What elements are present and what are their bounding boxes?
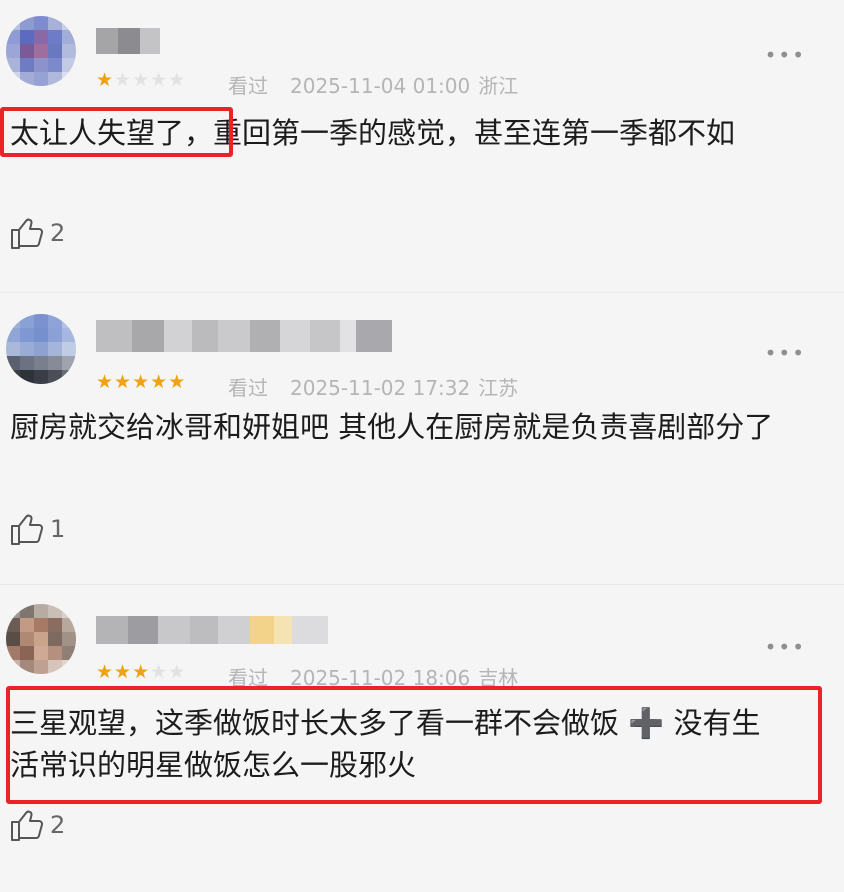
watched-label: 看过: [228, 376, 268, 400]
rating-stars: ★ ★ ★ ★ ★: [96, 70, 185, 90]
thumbs-up-icon: [10, 808, 46, 842]
timestamp: 2025-11-02 17:32: [290, 376, 471, 400]
avatar[interactable]: [6, 604, 76, 674]
comment-meta: 看过 2025-11-04 01:00 浙江: [228, 70, 518, 99]
like-button[interactable]: 2: [10, 808, 65, 842]
watched-label: 看过: [228, 74, 268, 98]
comment-item: ★ ★ ★ ★ ★ 看过 2025-11-02 18:06 吉林 ••• 三星观望，这季做饭…: [0, 584, 844, 892]
like-button[interactable]: 1: [10, 512, 65, 546]
like-count: 1: [50, 515, 66, 543]
location: 浙江: [478, 74, 519, 98]
comment-item: ★ ★ ★ ★ ★ 看过 2025-11-02 17:32 江苏 ••• 厨房就交给冰哥和妍…: [0, 292, 844, 582]
star-filled-icon: ★: [96, 371, 114, 393]
timestamp: 2025-11-04 01:00: [290, 74, 471, 98]
comment-text: 厨房就交给冰哥和妍姐吧 其他人在厨房就是负责喜剧部分了: [10, 410, 774, 444]
comment-meta: 看过 2025-11-02 17:32 江苏: [228, 372, 518, 401]
avatar[interactable]: [6, 16, 76, 86]
star-filled-icon: ★: [150, 371, 168, 393]
star-filled-icon: ★: [132, 371, 150, 393]
thumbs-up-icon: [10, 216, 46, 250]
comment-item: ★ ★ ★ ★ ★ 看过 2025-11-04 01:00 浙江 ••• 太让人失望了，重回…: [0, 0, 844, 290]
star-filled-icon: ★: [168, 371, 186, 393]
username[interactable]: [96, 320, 392, 352]
star-filled-icon: ★: [114, 371, 132, 393]
rating-stars: ★ ★ ★ ★ ★: [96, 662, 185, 682]
more-options-button[interactable]: •••: [765, 343, 806, 363]
location: 江苏: [478, 376, 519, 400]
rating-stars: ★ ★ ★ ★ ★: [96, 372, 185, 392]
highlight-box: [0, 107, 233, 157]
star-empty-icon: ★: [168, 69, 186, 91]
star-filled-icon: ★: [114, 661, 132, 683]
avatar[interactable]: [6, 314, 76, 384]
star-empty-icon: ★: [150, 69, 168, 91]
thumbs-up-icon: [10, 512, 46, 546]
star-empty-icon: ★: [150, 661, 168, 683]
star-filled-icon: ★: [132, 661, 150, 683]
comment-text: 三星观望，这季做饭时长太多了看一群不会做饭 ➕ 没有生活常识的明星做饭怎么一股邪…: [10, 706, 761, 782]
star-empty-icon: ★: [114, 69, 132, 91]
star-empty-icon: ★: [132, 69, 150, 91]
star-filled-icon: ★: [96, 69, 114, 91]
like-button[interactable]: 2: [10, 216, 65, 250]
like-count: 2: [50, 811, 66, 839]
star-empty-icon: ★: [168, 661, 186, 683]
more-options-button[interactable]: •••: [765, 637, 806, 657]
username[interactable]: [96, 28, 160, 54]
more-options-button[interactable]: •••: [765, 45, 806, 65]
star-filled-icon: ★: [96, 661, 114, 683]
like-count: 2: [50, 219, 66, 247]
username[interactable]: [96, 616, 328, 644]
